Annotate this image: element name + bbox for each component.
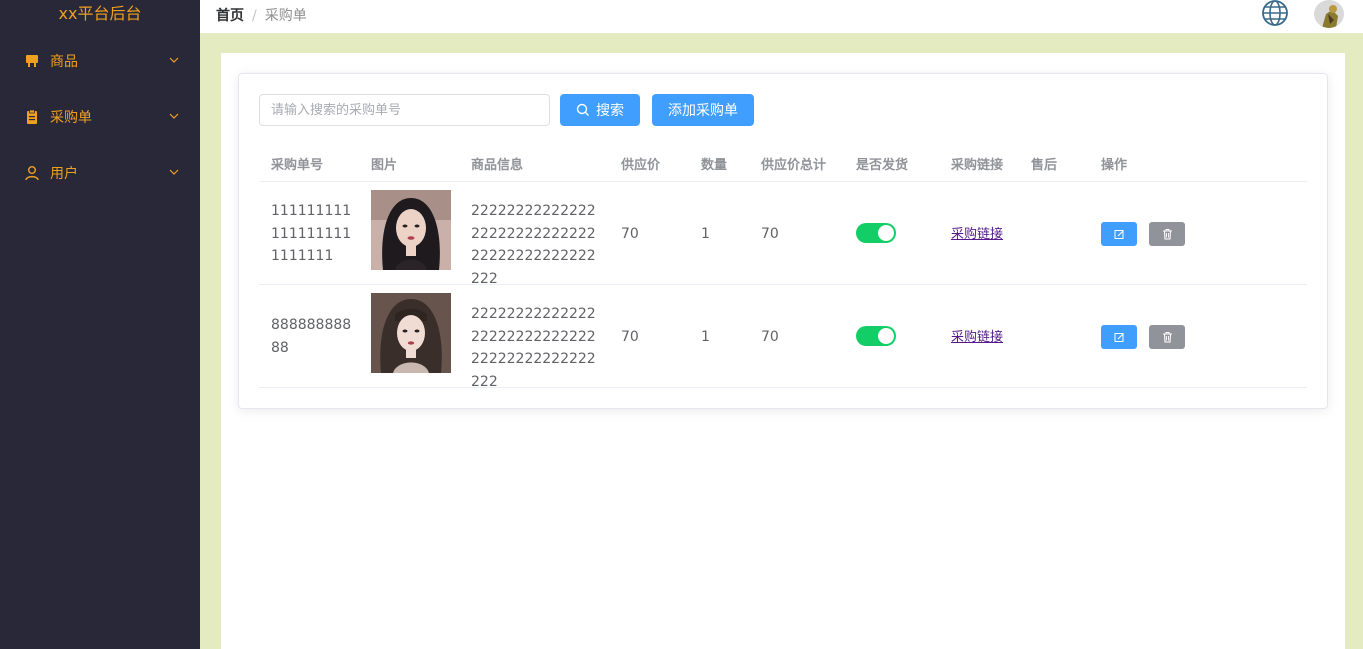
delete-button[interactable] [1149, 325, 1185, 349]
total-price: 70 [761, 226, 779, 242]
order-number: 88888888888 [271, 317, 352, 356]
table-divider [259, 387, 1307, 388]
product-image [371, 190, 451, 270]
shipped-toggle[interactable] [856, 326, 896, 346]
globe-icon[interactable] [1261, 0, 1289, 28]
column-header: 图片 [371, 158, 398, 173]
edit-icon [1114, 229, 1124, 239]
breadcrumb-separator: / [252, 8, 257, 24]
purchase-order-card: 搜索 添加采购单 采购单号 图片 商品信息 供应价 数量 供应价总计 是否发货 … [238, 73, 1328, 409]
sidebar-item-purchase-orders[interactable]: 采购单 [0, 89, 200, 145]
order-number: 1111111111111111111111111 [271, 203, 352, 264]
sidebar-item-label: 用户 [50, 166, 78, 182]
quantity: 1 [701, 329, 710, 345]
chevron-down-icon [169, 57, 179, 63]
chevron-down-icon [169, 113, 179, 119]
sidebar-item-users[interactable]: 用户 [0, 145, 200, 201]
total-price: 70 [761, 329, 779, 345]
search-button-label: 搜索 [596, 103, 624, 119]
unit-price: 70 [621, 226, 639, 242]
product-info: 2222222222222222222222222222222222222222… [471, 306, 596, 390]
sidebar: xx平台后台 商品 采购单 用户 [0, 0, 200, 649]
column-header: 操作 [1101, 158, 1128, 173]
column-header: 售后 [1031, 158, 1058, 173]
column-header: 采购链接 [951, 158, 1004, 173]
search-button[interactable]: 搜索 [560, 94, 640, 126]
purchase-link[interactable]: 采购链接 [951, 223, 1003, 242]
sidebar-item-label: 采购单 [50, 110, 92, 126]
unit-price: 70 [621, 329, 639, 345]
avatar[interactable] [1314, 0, 1344, 28]
column-header: 是否发货 [856, 158, 909, 173]
edit-button[interactable] [1101, 325, 1137, 349]
breadcrumb: 首页 / 采购单 [216, 5, 307, 25]
table-row: 1111111111111111111111111 22222222222222… [239, 182, 1329, 287]
trash-icon [1162, 331, 1172, 343]
column-header: 供应价 [621, 158, 661, 173]
search-icon [576, 103, 589, 116]
sidebar-item-label: 商品 [50, 54, 78, 70]
edit-icon [1114, 332, 1124, 342]
edit-button[interactable] [1101, 222, 1137, 246]
clipboard-icon [24, 109, 40, 125]
top-bar: 首页 / 采购单 [200, 0, 1363, 33]
product-image [371, 293, 451, 373]
delete-button[interactable] [1149, 222, 1185, 246]
chevron-down-icon [169, 169, 179, 175]
shop-icon [24, 53, 40, 69]
shipped-toggle[interactable] [856, 223, 896, 243]
add-purchase-order-button[interactable]: 添加采购单 [652, 94, 754, 126]
column-header: 数量 [701, 158, 728, 173]
trash-icon [1162, 228, 1172, 240]
user-icon [24, 165, 40, 181]
search-input[interactable] [259, 94, 550, 126]
column-header: 商品信息 [471, 158, 524, 173]
table-row: 88888888888 2222222222222222222222222222… [239, 285, 1329, 390]
sidebar-item-products[interactable]: 商品 [0, 33, 200, 89]
purchase-link[interactable]: 采购链接 [951, 326, 1003, 345]
quantity: 1 [701, 226, 710, 242]
column-header: 采购单号 [271, 158, 324, 173]
breadcrumb-current: 采购单 [264, 8, 307, 24]
app-title: xx平台后台 [58, 4, 142, 23]
product-info: 2222222222222222222222222222222222222222… [471, 203, 596, 287]
column-header: 供应价总计 [761, 158, 827, 173]
breadcrumb-home[interactable]: 首页 [216, 8, 244, 24]
